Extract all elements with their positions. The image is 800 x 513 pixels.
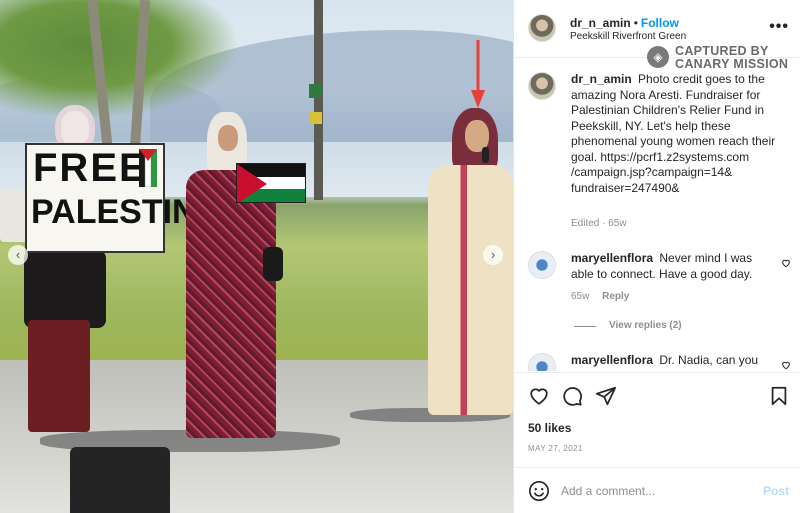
save-bookmark-icon[interactable]: [768, 385, 790, 407]
next-photo-button[interactable]: ›: [483, 245, 503, 265]
maroon-pants: [28, 320, 90, 432]
avatar[interactable]: [528, 72, 556, 100]
park-sign: [309, 84, 322, 98]
post-location[interactable]: Peekskill Riverfront Green: [570, 31, 686, 42]
avatar[interactable]: [528, 353, 556, 371]
likes-count[interactable]: 50 likes: [528, 421, 571, 435]
add-comment-input[interactable]: [561, 480, 751, 502]
post-photo[interactable]: FREE PALESTINE ‹ ›: [0, 0, 513, 513]
comment-text: maryellenflora Dr. Nadia, can you: [571, 353, 771, 369]
more-options-icon[interactable]: •••: [769, 18, 789, 36]
comment-bubble-icon[interactable]: [561, 385, 583, 407]
comment-item: maryellenflora Dr. Nadia, can you: [528, 353, 793, 371]
sign-text-line1: FREE: [33, 146, 148, 190]
like-comment-heart-icon[interactable]: [781, 258, 791, 268]
comment-meta: 65w Reply: [571, 291, 629, 302]
follow-button[interactable]: Follow: [641, 16, 679, 30]
comment-text: maryellenflora Never mind I was able to …: [571, 251, 771, 282]
park-sign: [310, 112, 322, 124]
comments-list[interactable]: dr_n_amin Photo credit goes to the amazi…: [514, 59, 800, 371]
watermark-line1: CAPTURED BY: [675, 44, 769, 58]
post-author-username[interactable]: dr_n_amin: [570, 16, 631, 30]
previous-photo-button[interactable]: ‹: [8, 245, 28, 265]
face: [218, 125, 238, 151]
post-actions: 50 likes MAY 27, 2021: [514, 372, 800, 467]
tree-canopy: [0, 0, 240, 120]
comment-username[interactable]: maryellenflora: [571, 251, 653, 265]
view-replies-button[interactable]: View replies (2): [609, 320, 682, 331]
view-replies-line: [574, 326, 596, 327]
embroidered-dress: [428, 165, 513, 415]
palestine-flag-drawing-icon: [139, 149, 157, 187]
header-user-row: dr_n_amin • Follow: [570, 14, 679, 32]
like-heart-icon[interactable]: [528, 385, 550, 407]
comment-body: Dr. Nadia, can you: [659, 353, 759, 367]
reply-button[interactable]: Reply: [602, 291, 629, 302]
post-details-panel: dr_n_amin • Follow Peekskill Riverfront Gr…: [513, 0, 800, 513]
share-paper-plane-icon[interactable]: [595, 385, 617, 407]
white-bag: [0, 190, 28, 242]
emoji-smiley-icon[interactable]: [528, 480, 550, 502]
microphone-icon: [482, 147, 489, 163]
black-handbag: [263, 247, 283, 281]
free-palestine-sign: FREE PALESTINE: [25, 143, 219, 253]
add-comment-bar: Post: [514, 467, 800, 513]
black-top: [24, 250, 106, 328]
separator-dot: •: [633, 16, 638, 30]
caption-comment: dr_n_amin Photo credit goes to the amazi…: [528, 72, 793, 242]
comment-item: maryellenflora Never mind I was able to …: [528, 251, 793, 311]
avatar[interactable]: [528, 14, 556, 42]
comment-username[interactable]: maryellenflora: [571, 353, 653, 367]
utility-pole: [314, 0, 323, 200]
red-arrow-icon: [471, 40, 485, 108]
comment-username[interactable]: dr_n_amin: [571, 72, 632, 86]
comment-body: Photo credit goes to the amazing Nora Ar…: [571, 72, 776, 195]
trash-bin: [70, 447, 170, 513]
post-header: dr_n_amin • Follow Peekskill Riverfront Gr…: [514, 0, 800, 71]
comment-text: dr_n_amin Photo credit goes to the amazi…: [571, 72, 786, 196]
avatar[interactable]: [528, 251, 556, 279]
comment-time: 65w: [571, 291, 590, 302]
post-date[interactable]: MAY 27, 2021: [528, 444, 583, 453]
palestine-flag: [236, 163, 306, 203]
like-comment-heart-icon[interactable]: [781, 360, 791, 370]
post-comment-button[interactable]: Post: [763, 484, 789, 498]
comment-meta: Edited · 65w: [571, 218, 627, 229]
patterned-dress: [186, 170, 276, 438]
